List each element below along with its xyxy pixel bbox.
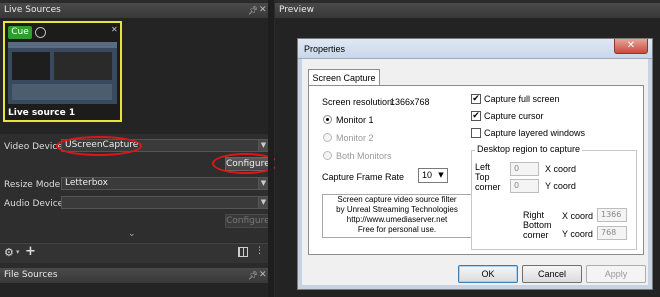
dialog-title: Properties — [304, 44, 346, 54]
apply-button[interactable]: Apply — [586, 265, 646, 283]
left-top-label-3: corner — [475, 182, 501, 192]
bottom-y-label: Y coord — [562, 229, 593, 239]
video-device-label: Video Device — [4, 142, 63, 152]
resize-mode-select[interactable]: Letterbox ▼ — [61, 177, 269, 190]
info-box: Screen capture video source filter by Un… — [322, 194, 472, 238]
source-name: Live source 1 — [8, 108, 76, 118]
cancel-button[interactable]: Cancel — [522, 265, 582, 283]
left-top-label-2: Top — [475, 172, 490, 182]
monitor-2-label: Monitor 2 — [336, 133, 374, 143]
frame-rate-select[interactable]: 10 ▼ — [418, 168, 448, 183]
panel-splitter[interactable] — [268, 0, 274, 297]
remove-source-icon[interactable]: ✕ — [111, 25, 118, 34]
left-top-label-1: Left — [475, 162, 491, 172]
info-line-2: by Unreal Streaming Technologies — [336, 205, 458, 214]
dialog-titlebar[interactable]: Properties ✕ — [298, 39, 652, 59]
frame-rate-label: Capture Frame Rate — [322, 172, 405, 182]
dropdown-arrow-icon[interactable]: ▾ — [16, 248, 20, 256]
properties-dialog: Properties ✕ Screen Capture Screen resol… — [297, 38, 653, 290]
right-x-input[interactable]: 1366 — [597, 208, 627, 222]
capture-cursor-label: Capture cursor — [484, 111, 544, 121]
expand-chevron-icon[interactable]: ⌄ — [128, 229, 136, 239]
left-x-input[interactable]: 0 — [510, 162, 539, 176]
preview-tab[interactable]: Preview — [275, 3, 660, 18]
close-icon[interactable]: ✕ — [259, 5, 267, 15]
monitor-1-radio[interactable] — [323, 115, 332, 124]
more-options-icon[interactable]: ⋮ — [255, 246, 264, 256]
audio-configure-label: Configure — [226, 216, 270, 226]
chevron-down-icon: ▼ — [258, 178, 268, 189]
bottom-y-input[interactable]: 768 — [597, 226, 627, 240]
live-sources-tab[interactable]: Live Sources — [0, 3, 268, 18]
top-y-label: Y coord — [545, 181, 576, 191]
capture-layered-windows-label: Capture layered windows — [484, 128, 586, 138]
pin-icon[interactable]: 📌︎ — [248, 271, 258, 280]
capture-cursor-checkbox[interactable]: ✔ — [471, 111, 481, 121]
close-icon: ✕ — [626, 40, 636, 51]
left-x-label: X coord — [545, 164, 577, 174]
resize-mode-label: Resize Mode — [4, 180, 61, 190]
add-icon[interactable]: + — [25, 244, 36, 259]
right-bottom-label-1: Right — [523, 210, 545, 220]
audio-configure-button[interactable]: Configure — [225, 214, 270, 228]
right-bottom-label-2: Bottom — [523, 220, 552, 230]
cue-label: Cue — [11, 27, 29, 37]
source-tile[interactable]: Cue ✕ Live source 1 — [3, 21, 122, 122]
top-y-input[interactable]: 0 — [510, 179, 539, 193]
gear-icon[interactable]: ⚙ — [4, 246, 14, 259]
capture-full-screen-checkbox[interactable]: ✔ — [471, 94, 481, 104]
source-thumbnail — [8, 42, 117, 104]
audio-device-select[interactable]: ▼ — [61, 196, 269, 209]
resolution-value: 1366x768 — [390, 97, 430, 107]
resolution-label: Screen resolution: — [322, 97, 395, 107]
tab-screen-capture[interactable]: Screen Capture — [308, 69, 380, 86]
refresh-icon[interactable] — [35, 27, 46, 38]
capture-full-screen-label: Capture full screen — [484, 94, 560, 104]
close-icon[interactable]: ✕ — [259, 270, 267, 280]
chevron-down-icon: ▼ — [258, 197, 268, 208]
right-x-label: X coord — [562, 211, 594, 221]
info-line-3: http://www.umediaserver.net — [346, 215, 448, 224]
info-line-1: Screen capture video source filter — [337, 195, 457, 204]
monitor-2-radio[interactable] — [323, 133, 332, 142]
audio-device-label: Audio Device — [4, 199, 64, 209]
right-bottom-label-3: corner — [523, 230, 549, 240]
ok-button[interactable]: OK — [458, 265, 518, 283]
live-sources-title: Live Sources — [4, 5, 61, 15]
chevron-down-icon: ▼ — [258, 140, 268, 151]
dialog-close-button[interactable]: ✕ — [614, 39, 648, 54]
monitor-1-label: Monitor 1 — [336, 115, 374, 125]
capture-layered-windows-checkbox[interactable]: ✔ — [471, 128, 481, 138]
file-sources-title: File Sources — [4, 270, 58, 280]
file-sources-tab[interactable]: File Sources — [0, 268, 268, 283]
info-line-4: Free for personal use. — [357, 225, 437, 234]
pin-icon[interactable]: 📌︎ — [248, 6, 258, 15]
both-monitors-radio[interactable] — [323, 151, 332, 160]
resize-mode-value: Letterbox — [65, 178, 108, 188]
both-monitors-label: Both Monitors — [336, 151, 392, 161]
annotation-circle-device — [56, 136, 142, 156]
bottom-toolbar — [0, 243, 268, 263]
chevron-down-icon: ▼ — [438, 171, 444, 179]
frame-rate-value: 10 — [422, 170, 433, 180]
file-sources-area — [0, 283, 268, 297]
region-group-label: Desktop region to capture — [475, 144, 583, 154]
preview-title: Preview — [279, 5, 315, 15]
grid-view-icon[interactable] — [238, 247, 248, 257]
screen-capture-panel: Screen resolution: 1366x768 Monitor 1 Mo… — [308, 85, 644, 255]
cue-button[interactable]: Cue — [8, 26, 32, 39]
